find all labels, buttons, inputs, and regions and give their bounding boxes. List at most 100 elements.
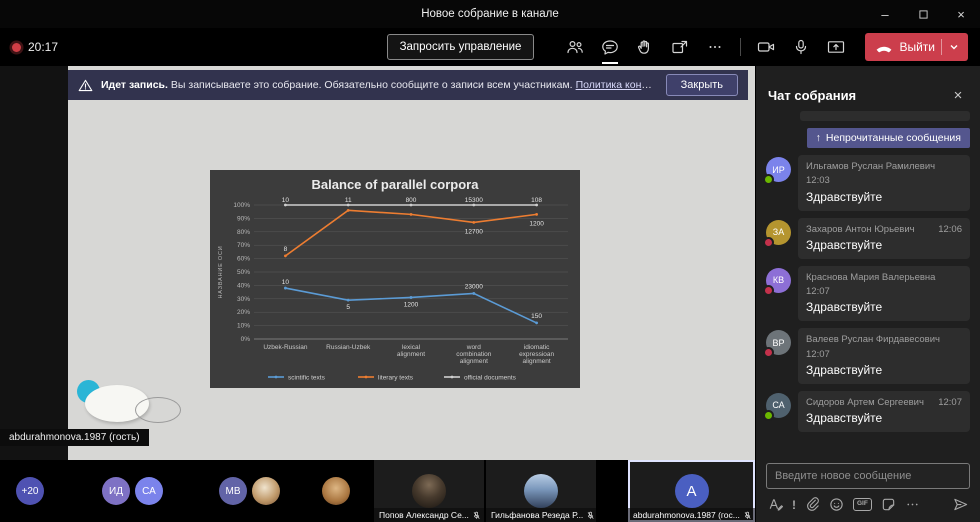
breakout-rooms-button[interactable] bbox=[665, 32, 695, 62]
svg-text:Uzbek-Russian: Uzbek-Russian bbox=[263, 344, 307, 351]
chart-plot: 100%90%80%70%60%50%40%30%20%10%0%НАЗВАНИ… bbox=[214, 193, 576, 385]
unread-messages-label: Непрочитанные сообщения bbox=[826, 132, 961, 144]
participant-name: abdurahmonova.1987 (гос... bbox=[633, 510, 740, 520]
unread-messages-pill[interactable]: ↑ Непрочитанные сообщения bbox=[807, 128, 970, 148]
maximize-button[interactable] bbox=[904, 0, 942, 28]
camera-button[interactable] bbox=[751, 32, 781, 62]
svg-text:5: 5 bbox=[346, 304, 350, 311]
chat-message[interactable]: КВ Краснова Мария Валерьевна 12:07 Здрав… bbox=[766, 266, 970, 322]
participant-avatar[interactable] bbox=[252, 477, 280, 505]
svg-text:idiomaticexpressioanalignment: idiomaticexpressioanalignment bbox=[519, 344, 554, 365]
compose-toolbar: ! GIF bbox=[756, 489, 980, 522]
message-author: Валеев Руслан Фирдавесович bbox=[806, 333, 940, 347]
message-time: 12:07 bbox=[806, 285, 830, 299]
new-message-input[interactable] bbox=[766, 463, 970, 489]
main-area: Balance of parallel corpora 100%90%80%70… bbox=[0, 66, 980, 522]
message-header: Ильгамов Руслан Рамилевич 12:03 bbox=[806, 160, 962, 189]
participant-avatar[interactable]: +20 bbox=[16, 477, 44, 505]
recording-banner-text: Идет запись.Вы записываете это собрание.… bbox=[101, 79, 658, 91]
svg-text:scintific texts: scintific texts bbox=[288, 375, 326, 382]
message-time: 12:03 bbox=[806, 174, 830, 188]
hang-up-icon bbox=[875, 39, 893, 55]
banner-close-button[interactable]: Закрыть bbox=[666, 74, 738, 96]
send-icon bbox=[953, 497, 968, 512]
recording-dot-icon bbox=[12, 43, 21, 52]
banner-body-text: Вы записываете это собрание. Обязательно… bbox=[171, 79, 573, 91]
meeting-toolbar: 20:17 Запросить управление bbox=[0, 28, 980, 66]
meeting-controls-group bbox=[560, 32, 730, 62]
participant-name: Гильфанова Резеда Р... bbox=[491, 510, 583, 520]
recording-banner: Идет запись.Вы записываете это собрание.… bbox=[68, 70, 748, 100]
participant-avatar[interactable]: ИД bbox=[102, 477, 130, 505]
chart-plot-area: 100%90%80%70%60%50%40%30%20%10%0%НАЗВАНИ… bbox=[214, 193, 576, 385]
send-button[interactable] bbox=[953, 497, 968, 512]
privacy-policy-link[interactable]: Политика конфиденциальности bbox=[576, 79, 658, 91]
chat-button[interactable] bbox=[595, 32, 625, 62]
message-text: Здравствуйте bbox=[806, 411, 962, 425]
share-screen-button[interactable] bbox=[821, 32, 851, 62]
mic-button[interactable] bbox=[786, 32, 816, 62]
video-tile[interactable]: А abdurahmonova.1987 (гос... bbox=[628, 460, 755, 522]
chat-compose-area bbox=[756, 457, 980, 489]
chat-close-icon[interactable]: × bbox=[948, 88, 968, 103]
shared-slide: Balance of parallel corpora 100%90%80%70… bbox=[68, 66, 755, 460]
participant-avatar[interactable] bbox=[322, 477, 350, 505]
svg-text:1200: 1200 bbox=[529, 220, 544, 227]
message-author: Захаров Антон Юрьевич bbox=[806, 223, 915, 237]
chat-message-area: ↑ Непрочитанные сообщения ИР Ильгамов Ру… bbox=[756, 111, 980, 457]
participant-avatar: А bbox=[675, 474, 709, 508]
meeting-timer: 20:17 bbox=[28, 40, 58, 54]
presenter-name-label: abdurahmonova.1987 (гость) bbox=[0, 429, 149, 446]
close-button[interactable]: × bbox=[942, 0, 980, 28]
message-author: Сидоров Артем Сергеевич bbox=[806, 396, 924, 410]
svg-text:0%: 0% bbox=[241, 336, 251, 343]
svg-text:official documents: official documents bbox=[464, 375, 517, 382]
avatar: ВР bbox=[766, 330, 791, 355]
priority-icon[interactable]: ! bbox=[792, 499, 796, 511]
recording-indicator: 20:17 bbox=[12, 40, 58, 54]
chart: Balance of parallel corpora 100%90%80%70… bbox=[210, 170, 580, 388]
chat-message[interactable]: ЗА Захаров Антон Юрьевич 12:06 Здравству… bbox=[766, 218, 970, 259]
chevron-down-icon[interactable] bbox=[948, 41, 960, 53]
toolbar-divider bbox=[740, 38, 741, 56]
arrow-up-icon: ↑ bbox=[816, 132, 821, 144]
more-options-button[interactable] bbox=[700, 32, 730, 62]
message-time: 12:06 bbox=[938, 223, 962, 237]
chat-panel: Чат собрания × ↑ Непрочитанные сообщения… bbox=[755, 66, 980, 522]
video-tile[interactable]: Попов Александр Се... bbox=[374, 460, 484, 522]
gif-icon[interactable]: GIF bbox=[853, 498, 872, 511]
presence-dot bbox=[763, 174, 774, 185]
window-controls: – × bbox=[866, 0, 980, 28]
participant-avatar[interactable]: МВ bbox=[219, 477, 247, 505]
more-options-icon bbox=[706, 39, 724, 55]
avatar-row: +20 ИДСА МВ bbox=[0, 460, 350, 522]
chat-panel-title: Чат собрания bbox=[768, 88, 856, 103]
mic-muted-icon bbox=[743, 511, 752, 520]
request-control-button[interactable]: Запросить управление bbox=[387, 34, 535, 60]
svg-text:60%: 60% bbox=[237, 256, 250, 263]
minimize-button[interactable]: – bbox=[866, 0, 904, 28]
svg-text:Russian-Uzbek: Russian-Uzbek bbox=[326, 344, 371, 351]
format-icon[interactable] bbox=[768, 497, 783, 512]
sticker-icon[interactable] bbox=[881, 497, 896, 512]
camera-icon bbox=[757, 39, 775, 55]
participants-button[interactable] bbox=[560, 32, 590, 62]
raise-hand-button[interactable] bbox=[630, 32, 660, 62]
leave-button[interactable]: Выйти bbox=[865, 33, 968, 61]
chat-message[interactable]: ВР Валеев Руслан Фирдавесович 12:07 Здра… bbox=[766, 328, 970, 384]
avatar: КВ bbox=[766, 268, 791, 293]
message-card: Ильгамов Руслан Рамилевич 12:03 Здравств… bbox=[798, 155, 970, 211]
chat-message[interactable]: СА Сидоров Артем Сергеевич 12:07 Здравст… bbox=[766, 391, 970, 432]
emoji-icon[interactable] bbox=[829, 497, 844, 512]
tile-name-bar: abdurahmonova.1987 (гос... bbox=[628, 508, 755, 522]
message-card: Захаров Антон Юрьевич 12:06 Здравствуйте bbox=[798, 218, 970, 259]
chat-message[interactable]: ИР Ильгамов Руслан Рамилевич 12:03 Здрав… bbox=[766, 155, 970, 211]
video-tile[interactable]: Гильфанова Резеда Р... bbox=[486, 460, 596, 522]
more-compose-icon[interactable] bbox=[905, 497, 920, 512]
attach-icon[interactable] bbox=[805, 497, 820, 512]
participant-avatar[interactable]: СА bbox=[135, 477, 163, 505]
svg-text:90%: 90% bbox=[237, 215, 250, 222]
message-text: Здравствуйте bbox=[806, 300, 962, 314]
chat-header: Чат собрания × bbox=[756, 66, 980, 111]
svg-text:50%: 50% bbox=[237, 269, 250, 276]
